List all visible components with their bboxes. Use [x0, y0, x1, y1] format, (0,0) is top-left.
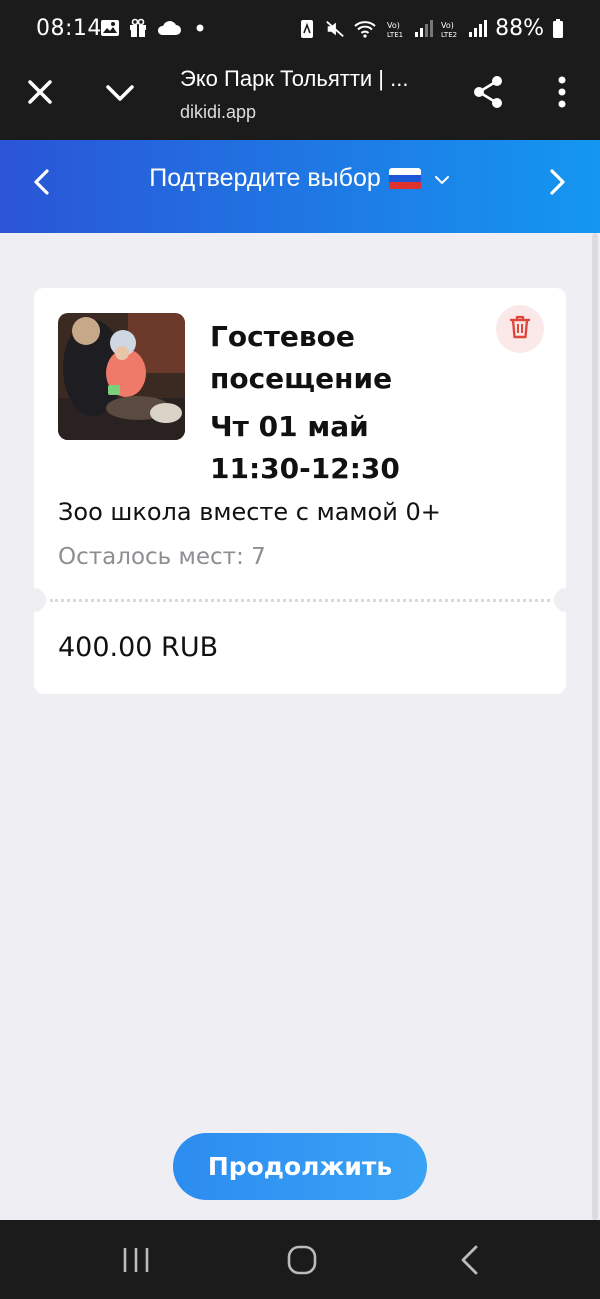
- service-thumbnail: [58, 313, 185, 440]
- nfc-icon: [297, 19, 317, 39]
- signal-lte1-icon: Vo) LTE1: [387, 19, 434, 39]
- dot-icon: [190, 18, 210, 38]
- page-title: Подтвердите выбор: [149, 164, 381, 192]
- chevron-down-icon: [433, 172, 451, 186]
- image-icon: [100, 18, 120, 38]
- card-notch-left: [22, 588, 46, 612]
- recent-apps-icon[interactable]: [118, 1242, 154, 1278]
- svg-text:Vo): Vo): [387, 21, 400, 30]
- status-bar: 08:14 Vo) LTE1 Vo) LTE2 88%: [0, 0, 600, 60]
- browser-page-title: Эко Парк Тольятти | ...: [180, 66, 409, 91]
- svg-text:LTE2: LTE2: [441, 31, 457, 39]
- cloud-icon: [156, 18, 182, 38]
- main-content: Гостевое посещение Чт 01 май 11:30-12:30…: [0, 233, 600, 1220]
- chevron-down-icon[interactable]: [102, 76, 138, 108]
- booking-time: 11:30-12:30: [210, 452, 400, 485]
- card-notch-right: [554, 588, 578, 612]
- scrollbar[interactable]: [592, 233, 598, 1220]
- price: 400.00 RUB: [58, 632, 219, 663]
- more-options-icon[interactable]: [548, 74, 576, 110]
- language-selector[interactable]: Подтвердите выбор: [0, 164, 600, 193]
- signal-lte2-icon: Vo) LTE2: [441, 19, 488, 39]
- close-icon[interactable]: [24, 76, 56, 108]
- divider: [50, 599, 550, 602]
- service-description: Зоо школа вместе с мамой 0+: [58, 498, 441, 526]
- svg-text:LTE1: LTE1: [387, 31, 403, 39]
- service-title: Гостевое посещение: [210, 320, 393, 395]
- home-icon[interactable]: [284, 1242, 320, 1278]
- back-icon[interactable]: [452, 1242, 488, 1278]
- page-header: Подтвердите выбор: [0, 140, 600, 233]
- battery-icon: [552, 18, 564, 39]
- status-time: 08:14: [36, 16, 102, 41]
- gift-icon: [128, 18, 148, 38]
- share-icon[interactable]: [470, 74, 506, 110]
- svg-text:Vo): Vo): [441, 21, 454, 30]
- browser-url: dikidi.app: [180, 102, 257, 122]
- booking-date: Чт 01 май: [210, 410, 369, 443]
- browser-toolbar: Эко Парк Тольятти | ... dikidi.app: [0, 60, 600, 140]
- mute-icon: [325, 19, 345, 39]
- chevron-right-icon[interactable]: [545, 168, 569, 196]
- delete-button[interactable]: [496, 305, 544, 353]
- wifi-icon: [353, 19, 379, 39]
- trash-icon: [508, 314, 532, 344]
- remaining-slots: Осталось мест: 7: [58, 544, 266, 570]
- system-nav-bar: [0, 1220, 600, 1299]
- continue-button[interactable]: Продолжить: [173, 1133, 427, 1200]
- booking-card: Гостевое посещение Чт 01 май 11:30-12:30…: [22, 288, 578, 694]
- russian-flag-icon: [388, 167, 421, 190]
- battery-percent: 88%: [495, 16, 544, 41]
